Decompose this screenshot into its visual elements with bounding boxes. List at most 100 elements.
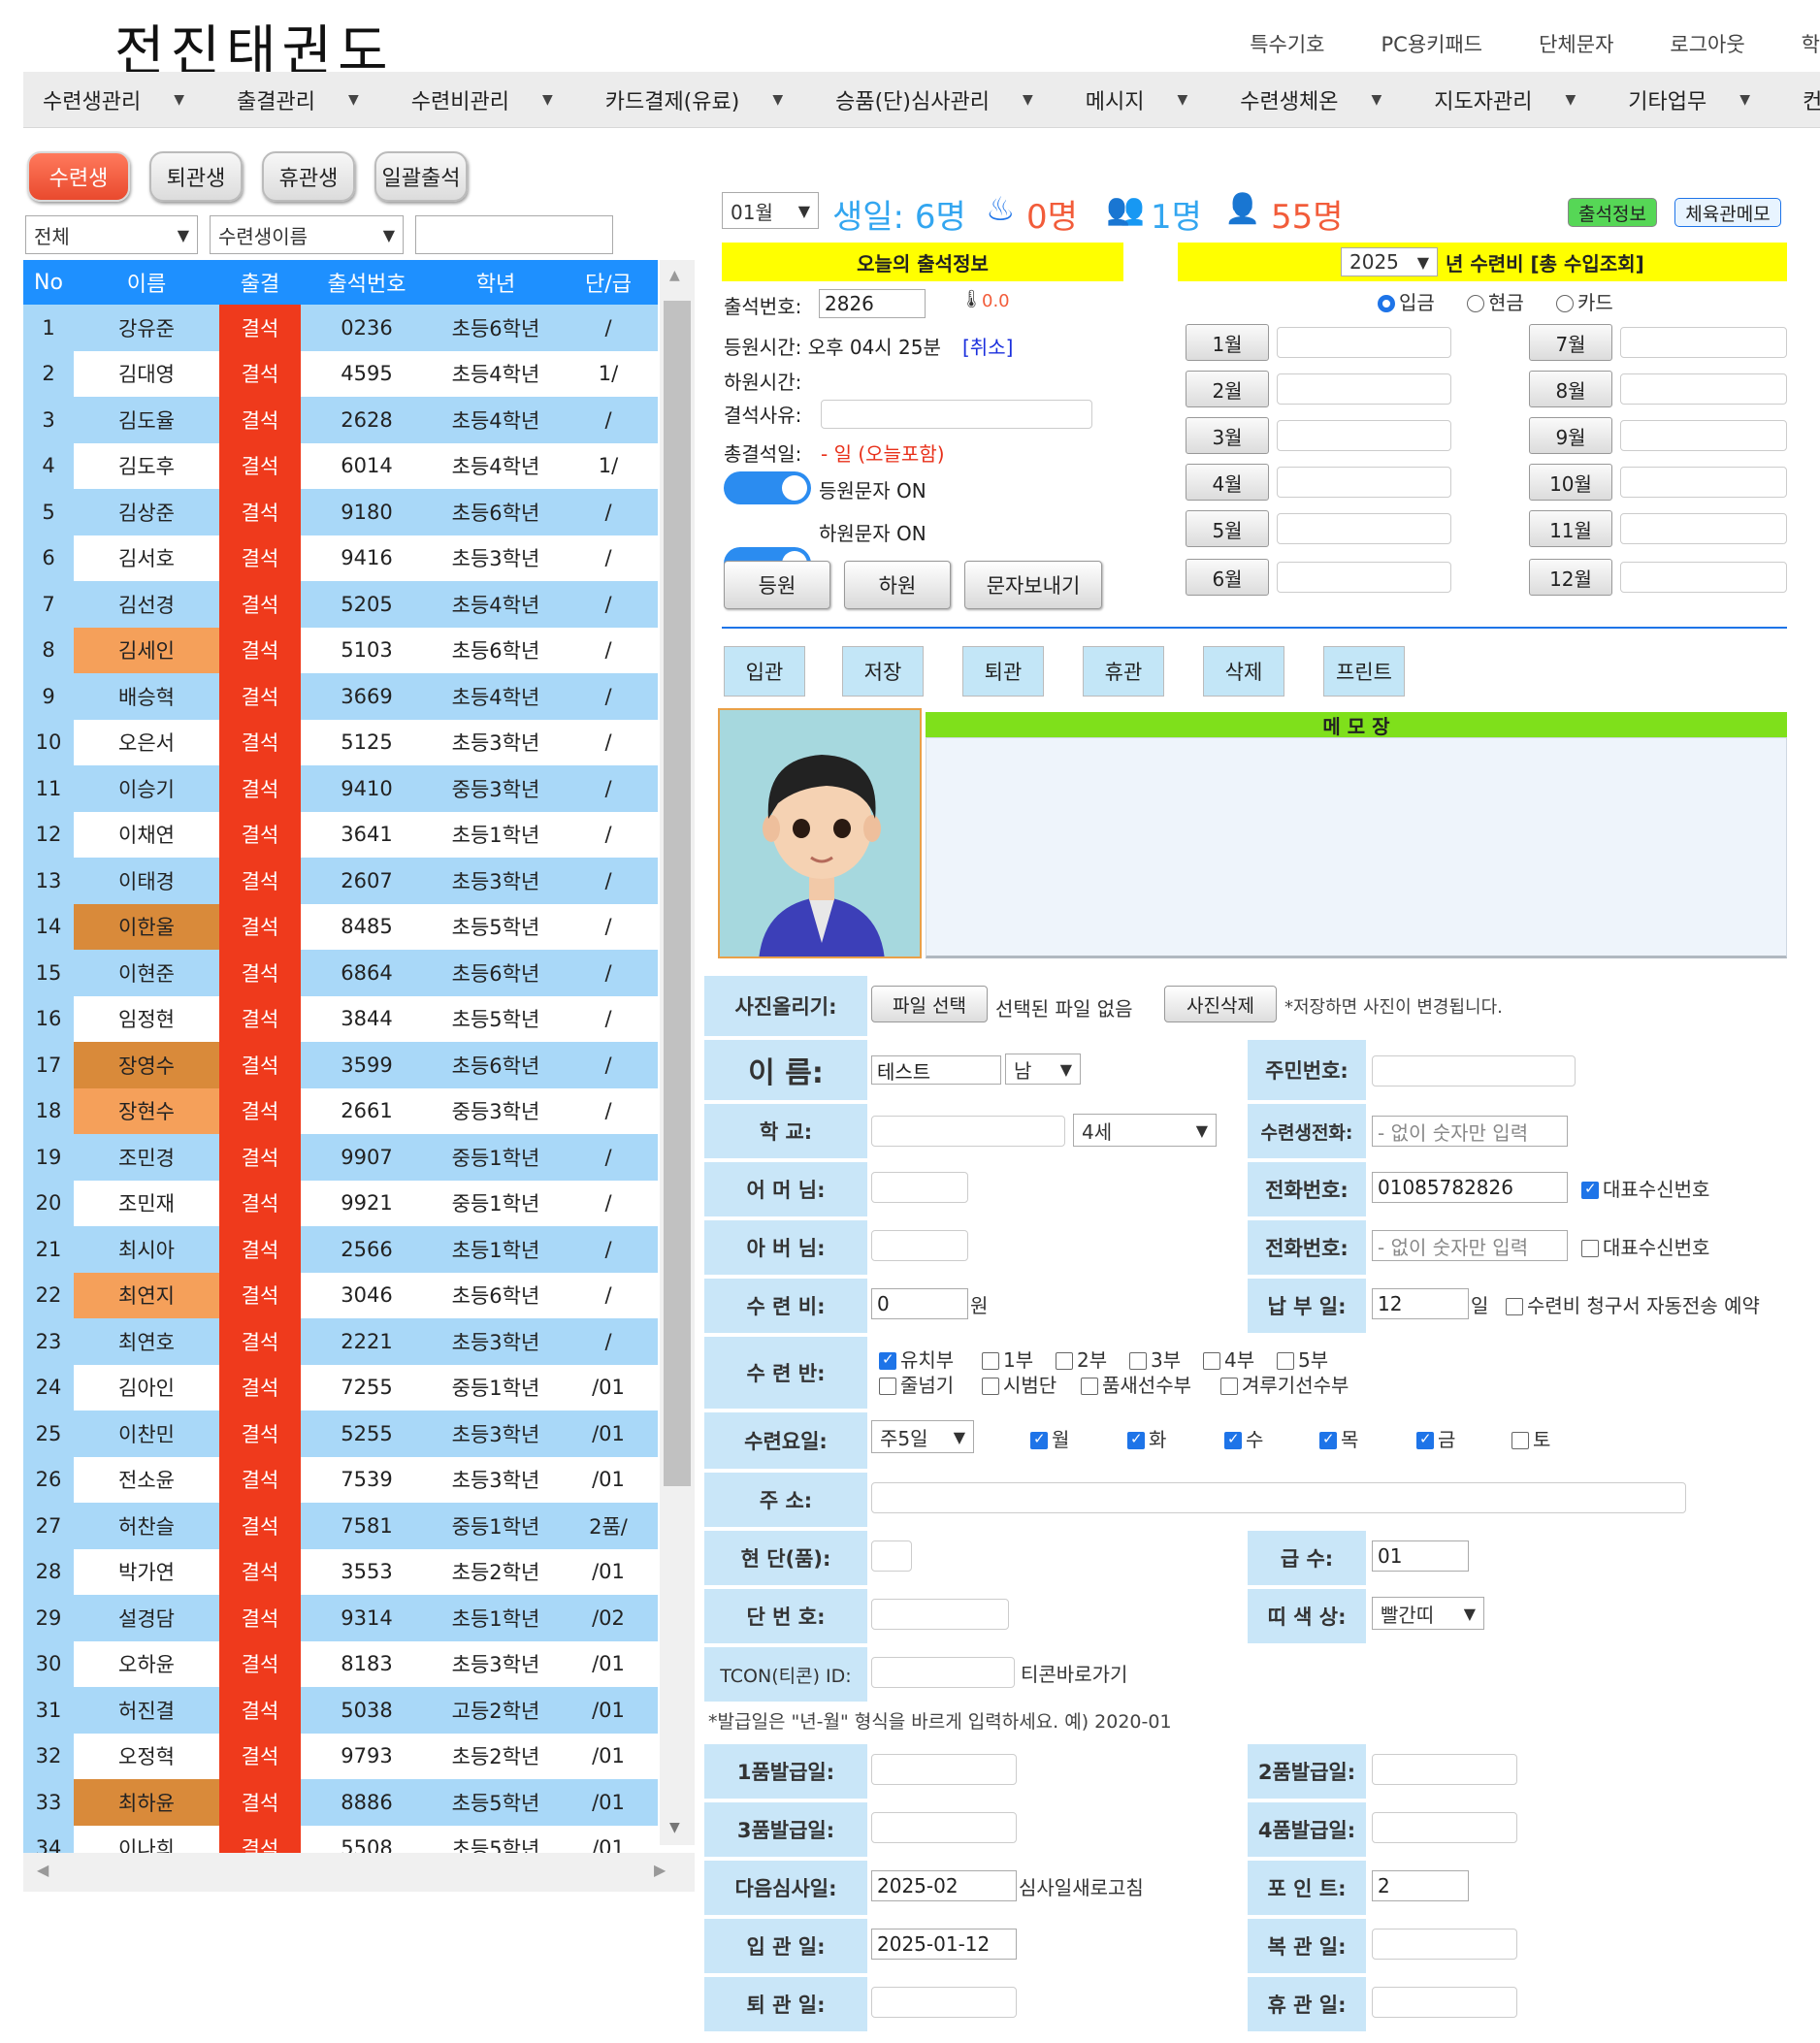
month-5-button[interactable]: 5월 <box>1186 510 1269 547</box>
table-vertical-scrollbar[interactable]: ▲ ▼ <box>660 260 695 1845</box>
father-phone-input[interactable]: - 없이 숫자만 입력 <box>1372 1230 1568 1261</box>
paused-students-button[interactable]: 휴관생 <box>262 151 355 202</box>
return-date-input[interactable] <box>1372 1929 1517 1960</box>
day-wed[interactable]: 수 <box>1224 1424 1263 1452</box>
month-11-button[interactable]: 11월 <box>1529 510 1612 547</box>
col-name[interactable]: 이름 <box>74 260 219 305</box>
stat-count-1[interactable]: 0명 <box>1026 190 1078 238</box>
month-3-input[interactable] <box>1277 420 1451 451</box>
table-row[interactable]: 4 김도후 결석 6014 초등4학년 1/ <box>23 442 658 489</box>
file-select-button[interactable]: 파일 선택 <box>871 986 988 1022</box>
truncated-link[interactable]: 학 <box>1802 29 1820 58</box>
mother-name-input[interactable] <box>871 1172 968 1203</box>
table-row[interactable]: 3 김도율 결석 2628 초등4학년 / <box>23 397 658 443</box>
print-button[interactable]: 프린트 <box>1323 646 1405 697</box>
table-row[interactable]: 15 이현준 결석 6864 초등6학년 / <box>23 950 658 996</box>
menu-instructor[interactable]: 지도자관리 ▼ <box>1434 84 1576 115</box>
table-row[interactable]: 17 장영수 결석 3599 초등6학년 / <box>23 1042 658 1088</box>
month-3-button[interactable]: 3월 <box>1186 417 1269 454</box>
day-sat[interactable]: 토 <box>1511 1424 1550 1452</box>
search-input[interactable] <box>415 215 613 254</box>
row-attendance[interactable]: 결석 <box>219 442 301 489</box>
month-6-button[interactable]: 6월 <box>1186 559 1269 596</box>
gender-select[interactable]: 남 ▼ <box>1005 1054 1081 1085</box>
class-5[interactable]: 5부 <box>1277 1345 1328 1373</box>
month-1-button[interactable]: 1월 <box>1186 324 1269 361</box>
table-row[interactable]: 13 이태경 결석 2607 초등3학년 / <box>23 858 658 904</box>
level-input[interactable]: 01 <box>1372 1540 1469 1572</box>
table-row[interactable]: 25 이찬민 결석 5255 초등3학년/01 <box>23 1411 658 1457</box>
table-row[interactable]: 2 김대영 결석 4595 초등4학년 1/ <box>23 350 658 397</box>
poom3-input[interactable] <box>871 1812 1017 1843</box>
gym-memo-button[interactable]: 체육관메모 <box>1674 198 1781 227</box>
table-row[interactable]: 11 이승기 결석 9410 중등3학년 / <box>23 765 658 812</box>
row-attendance[interactable]: 결석 <box>219 489 301 535</box>
scroll-right-icon[interactable]: ▶ <box>654 1861 666 1879</box>
row-attendance[interactable]: 결석 <box>219 1134 301 1181</box>
delete-photo-button[interactable]: 사진삭제 <box>1164 986 1277 1022</box>
row-attendance[interactable]: 결석 <box>219 995 301 1042</box>
class-demo[interactable]: 시범단 <box>982 1370 1056 1398</box>
day-thu[interactable]: 목 <box>1319 1424 1358 1452</box>
menu-card[interactable]: 카드결제(유료) ▼ <box>605 84 783 115</box>
day-mon[interactable]: 월 <box>1030 1424 1069 1452</box>
poom1-input[interactable] <box>871 1754 1017 1785</box>
row-attendance[interactable]: 결석 <box>219 673 301 720</box>
col-no[interactable]: No <box>23 260 74 305</box>
group-sms-link[interactable]: 단체문자 <box>1539 29 1613 58</box>
stat-count-2[interactable]: 1명 <box>1151 190 1202 238</box>
year-select[interactable]: 2025 ▼ <box>1341 247 1438 276</box>
month-12-input[interactable] <box>1620 562 1787 593</box>
row-attendance[interactable]: 결석 <box>219 305 301 351</box>
table-horizontal-scrollbar[interactable]: ◀ ▶ <box>23 1853 695 1892</box>
table-row[interactable]: 29 설경담 결석 9314 초등1학년/02 <box>23 1595 658 1641</box>
row-attendance[interactable]: 결석 <box>219 535 301 581</box>
fee-title[interactable]: 년 수련비 [총 수입조회] <box>1446 248 1644 276</box>
checkin-button[interactable]: 등원 <box>724 561 830 609</box>
menu-fee[interactable]: 수련비관리 ▼ <box>411 84 553 115</box>
special-char-link[interactable]: 특수기호 <box>1250 29 1324 58</box>
month-7-button[interactable]: 7월 <box>1529 324 1612 361</box>
delete-button[interactable]: 삭제 <box>1203 646 1284 697</box>
row-attendance[interactable]: 결석 <box>219 903 301 950</box>
month-11-input[interactable] <box>1620 513 1787 544</box>
table-row[interactable]: 19 조민경 결석 9907 중등1학년 / <box>23 1134 658 1181</box>
table-row[interactable]: 12 이채연 결석 3641 초등1학년 / <box>23 811 658 858</box>
month-10-input[interactable] <box>1620 467 1787 498</box>
month-7-input[interactable] <box>1620 327 1787 358</box>
table-row[interactable]: 30 오하윤 결석 8183 초등3학년/01 <box>23 1640 658 1687</box>
admit-button[interactable]: 입관 <box>724 646 805 697</box>
row-attendance[interactable]: 결석 <box>219 950 301 996</box>
memo-textarea[interactable] <box>926 737 1787 958</box>
rrn-input[interactable] <box>1372 1055 1576 1086</box>
row-attendance[interactable]: 결석 <box>219 1595 301 1641</box>
tcon-input[interactable] <box>871 1657 1015 1688</box>
month-10-button[interactable]: 10월 <box>1529 464 1612 501</box>
father-rep-checkbox[interactable]: 대표수신번호 <box>1581 1232 1709 1260</box>
table-row[interactable]: 8 김세인 결석 5103 초등6학년 / <box>23 627 658 673</box>
father-name-input[interactable] <box>871 1230 968 1261</box>
row-attendance[interactable]: 결석 <box>219 1272 301 1318</box>
class-4[interactable]: 4부 <box>1203 1345 1254 1373</box>
group-select[interactable]: 전체 ▼ <box>25 215 198 254</box>
month-8-input[interactable] <box>1620 373 1787 405</box>
row-attendance[interactable]: 결석 <box>219 719 301 765</box>
pay-method-card[interactable]: 카드 <box>1556 287 1613 315</box>
menu-contents[interactable]: 컨텐츠 <box>1803 84 1820 115</box>
menu-student[interactable]: 수련생관리 ▼ <box>43 84 184 115</box>
col-number[interactable]: 출석번호 <box>301 260 433 305</box>
table-row[interactable]: 10 오은서 결석 5125 초등3학년 / <box>23 719 658 765</box>
table-row[interactable]: 26 전소윤 결석 7539 초등3학년/01 <box>23 1456 658 1503</box>
attendance-info-button[interactable]: 출석정보 <box>1568 198 1657 227</box>
table-row[interactable]: 5 김상준 결석 9180 초등6학년 / <box>23 489 658 535</box>
class-kindergarten[interactable]: 유치부 <box>879 1345 954 1373</box>
col-attendance[interactable]: 출결 <box>219 260 301 305</box>
scroll-left-icon[interactable]: ◀ <box>37 1861 49 1879</box>
birthday-count[interactable]: 생일: 6명 <box>832 190 966 238</box>
absence-reason-input[interactable] <box>821 400 1092 429</box>
pay-method-cash[interactable]: 현금 <box>1467 287 1524 315</box>
send-sms-button[interactable]: 문자보내기 <box>964 561 1102 609</box>
row-attendance[interactable]: 결석 <box>219 858 301 904</box>
class-sparring[interactable]: 겨루기선수부 <box>1220 1370 1349 1398</box>
poom2-input[interactable] <box>1372 1754 1517 1785</box>
